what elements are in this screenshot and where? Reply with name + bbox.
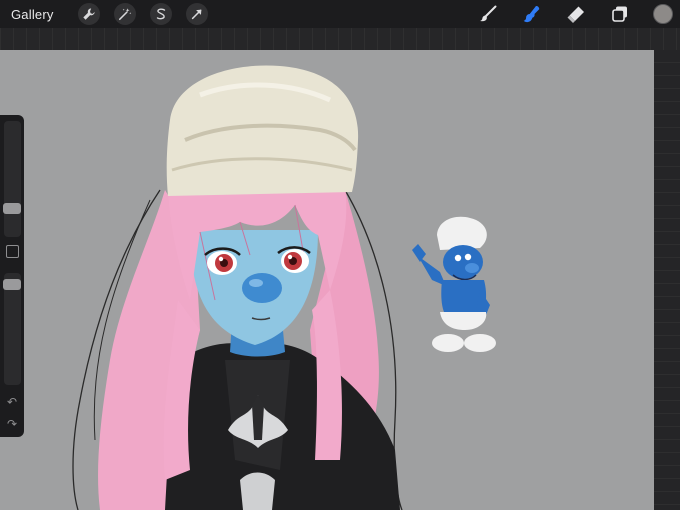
gallery-button[interactable]: Gallery <box>11 7 54 22</box>
brush-icon[interactable] <box>477 3 499 25</box>
modify-button[interactable] <box>6 245 19 258</box>
canvas-top-border <box>0 28 680 50</box>
artwork <box>72 65 496 510</box>
selection-s-icon[interactable] <box>149 3 172 25</box>
drawing-canvas[interactable] <box>0 50 654 510</box>
top-toolbar: Gallery <box>0 0 680 28</box>
tool-group <box>477 0 680 28</box>
eraser-icon[interactable] <box>565 3 587 25</box>
brush-size-slider[interactable] <box>3 121 21 237</box>
opacity-thumb[interactable] <box>3 279 21 290</box>
left-sidebar: ↶ ↷ <box>0 115 24 437</box>
brush-size-thumb[interactable] <box>3 203 21 214</box>
actions-wrench-icon[interactable] <box>77 3 100 25</box>
smudge-icon[interactable] <box>521 3 543 25</box>
redo-arrow-icon[interactable]: ↷ <box>4 417 20 431</box>
layers-icon[interactable] <box>609 3 631 25</box>
color-picker-swatch[interactable] <box>653 4 673 24</box>
canvas-right-border <box>654 50 680 510</box>
opacity-slider[interactable] <box>3 273 21 385</box>
undo-arrow-icon[interactable]: ↶ <box>4 395 20 409</box>
adjustments-wand-icon[interactable] <box>113 3 136 25</box>
transform-arrow-icon[interactable] <box>185 3 208 25</box>
smurf-figure <box>412 216 496 352</box>
